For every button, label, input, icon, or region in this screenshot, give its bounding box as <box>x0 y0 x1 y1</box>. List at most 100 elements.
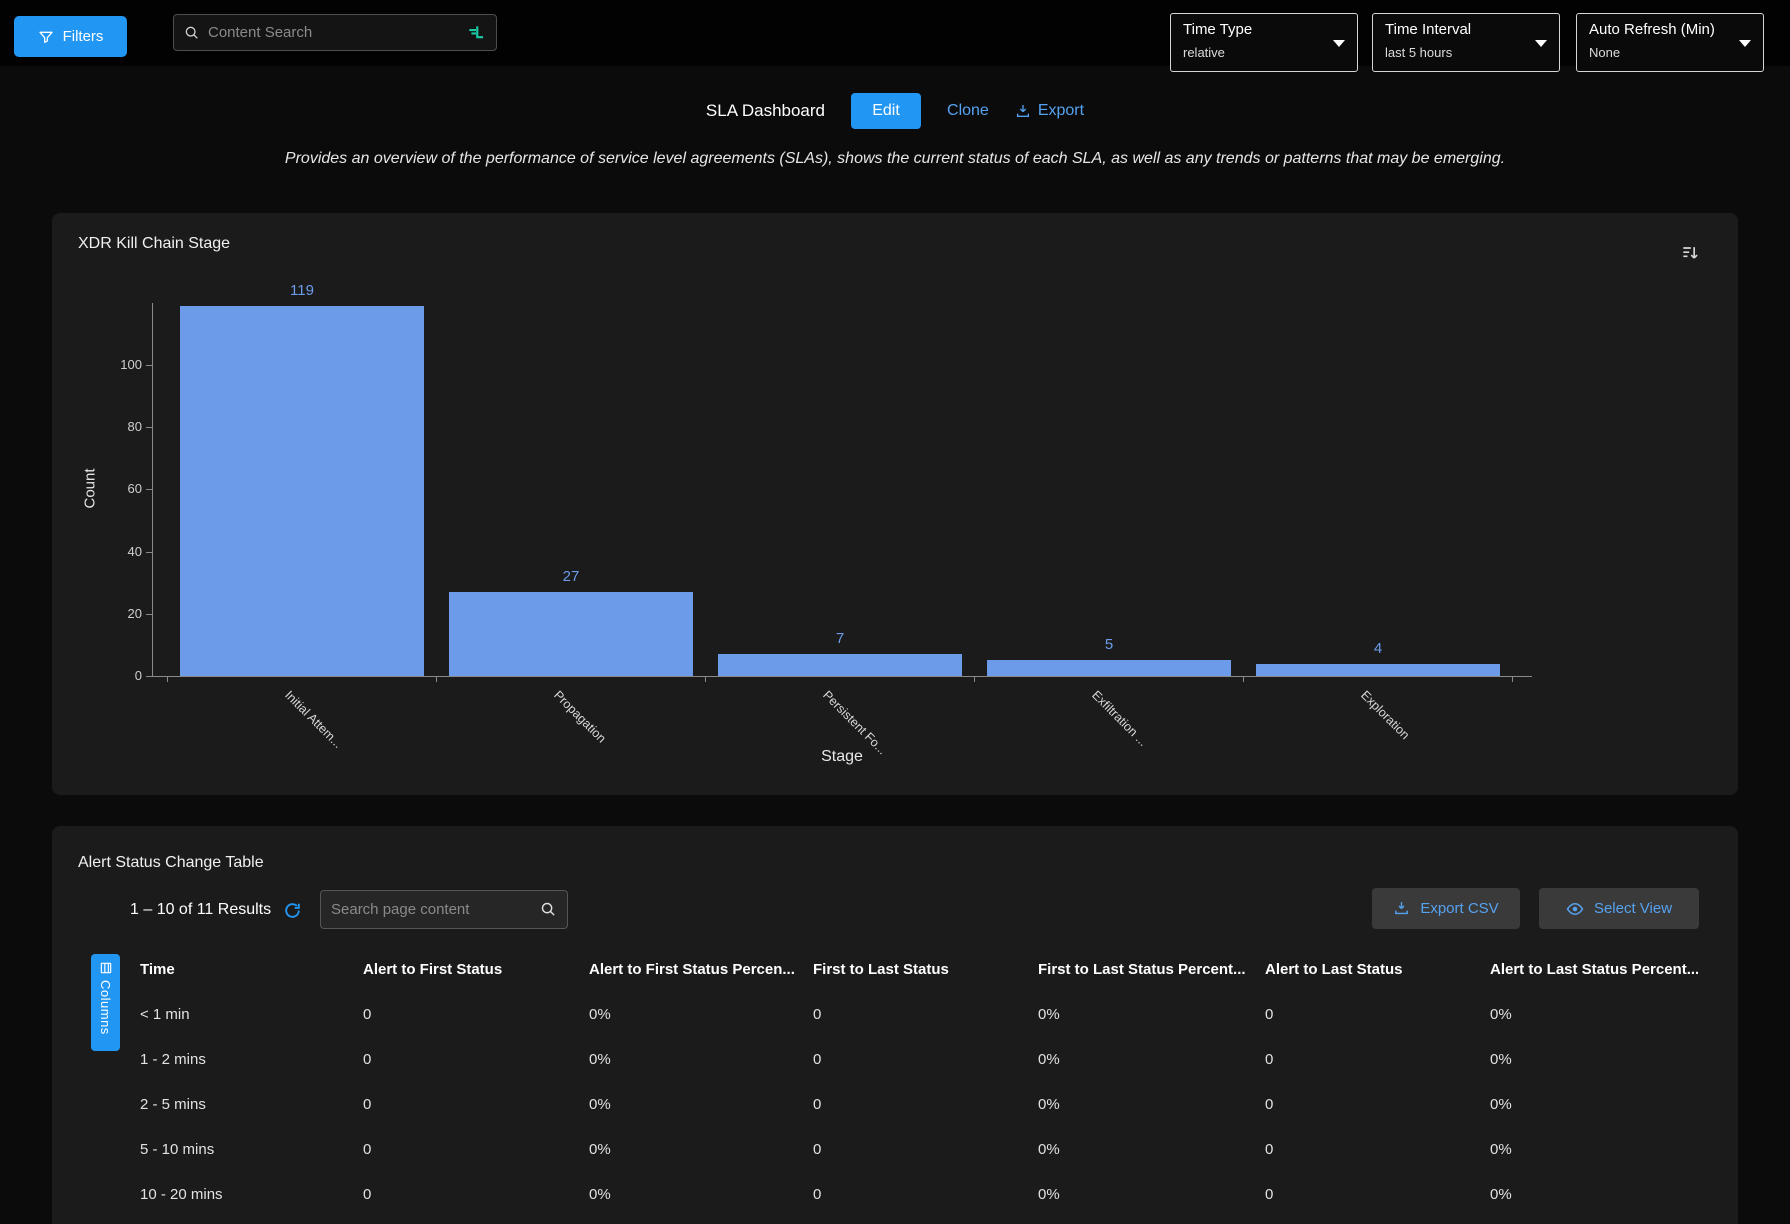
time-type-value: relative <box>1183 45 1225 60</box>
column-header[interactable]: Alert to First Status Percen... <box>589 946 813 992</box>
bar-value-label: 27 <box>531 568 611 585</box>
export-csv-button[interactable]: Export CSV <box>1372 888 1520 929</box>
time-interval-dropdown[interactable]: Time Interval last 5 hours <box>1372 13 1560 72</box>
x-category-label: Propagation <box>551 688 609 746</box>
x-tick-mark <box>167 676 168 682</box>
table-cell: 0% <box>1490 1037 1698 1082</box>
columns-button-label: Columns <box>98 980 113 1035</box>
chart-bar[interactable] <box>449 592 693 676</box>
y-tick-mark <box>146 489 152 490</box>
table-cell: 0 <box>363 1037 589 1082</box>
time-type-dropdown[interactable]: Time Type relative <box>1170 13 1358 72</box>
x-category-label: Exploration <box>1358 688 1412 742</box>
search-icon <box>540 901 557 918</box>
x-category-label: Persistent Fo... <box>820 688 889 757</box>
x-category-label: Exfiltration ... <box>1089 688 1150 749</box>
x-tick-mark <box>1243 676 1244 682</box>
auto-refresh-dropdown[interactable]: Auto Refresh (Min) None <box>1576 13 1764 72</box>
y-tick-mark <box>146 552 152 553</box>
y-tick-mark <box>146 676 152 677</box>
table-cell: 0% <box>1490 1082 1698 1127</box>
bar-value-label: 5 <box>1069 636 1149 653</box>
time-type-label: Time Type <box>1183 21 1252 38</box>
select-view-button[interactable]: Select View <box>1539 888 1699 929</box>
y-tick-mark <box>146 614 152 615</box>
content-search-input[interactable] <box>208 24 458 41</box>
table-cell: 0 <box>1265 1127 1490 1172</box>
table-title: Alert Status Change Table <box>78 854 264 872</box>
table-cell: 1 - 2 mins <box>140 1037 363 1082</box>
download-icon <box>1393 900 1410 917</box>
sla-dashboard-page: { "colors": { "accent_blue": "#2196f3", … <box>0 0 1790 1224</box>
table-panel: Alert Status Change Table 1 – 10 of 11 R… <box>52 826 1738 1224</box>
table-cell: 0% <box>1038 992 1265 1037</box>
table-header-row: TimeAlert to First StatusAlert to First … <box>140 946 1698 992</box>
y-tick-label: 80 <box>98 419 142 434</box>
filters-button-label: Filters <box>63 28 104 45</box>
export-csv-label: Export CSV <box>1420 900 1498 917</box>
column-header[interactable]: First to Last Status Percent... <box>1038 946 1265 992</box>
column-header[interactable]: Alert to Last Status <box>1265 946 1490 992</box>
search-icon <box>184 25 200 41</box>
table-row: < 1 min00%00%00% <box>140 992 1698 1037</box>
page-search-input[interactable] <box>331 901 532 918</box>
table-cell: 0 <box>813 1037 1038 1082</box>
brand-logo-icon <box>466 23 486 43</box>
chart-bar[interactable] <box>1256 664 1500 676</box>
time-interval-value: last 5 hours <box>1385 45 1452 60</box>
bar-value-label: 4 <box>1338 640 1418 657</box>
table-cell: 0 <box>813 1127 1038 1172</box>
refresh-button[interactable] <box>283 901 302 920</box>
export-button[interactable]: Export <box>1015 102 1084 120</box>
y-tick-label: 0 <box>98 668 142 683</box>
chevron-down-icon <box>1739 40 1751 47</box>
columns-button[interactable]: Columns <box>91 954 120 1051</box>
table-cell: 0 <box>1265 1082 1490 1127</box>
table-cell: 0 <box>1265 1037 1490 1082</box>
y-axis <box>152 303 153 676</box>
table-cell: 0 <box>363 992 589 1037</box>
bar-value-label: 7 <box>800 630 880 647</box>
edit-button[interactable]: Edit <box>851 93 921 129</box>
table-cell: 10 - 20 mins <box>140 1172 363 1217</box>
alert-status-table-wrap: TimeAlert to First StatusAlert to First … <box>140 946 1698 1217</box>
x-tick-mark <box>974 676 975 682</box>
column-header[interactable]: Time <box>140 946 363 992</box>
table-cell: 0% <box>1490 1127 1698 1172</box>
chart-panel: XDR Kill Chain Stage 020406080100119Init… <box>52 213 1738 795</box>
auto-refresh-value: None <box>1589 45 1620 60</box>
table-cell: 0% <box>1490 992 1698 1037</box>
chart-bar[interactable] <box>987 660 1231 676</box>
table-cell: 5 - 10 mins <box>140 1127 363 1172</box>
table-cell: 0 <box>813 992 1038 1037</box>
content-search <box>173 14 497 51</box>
x-tick-mark <box>1512 676 1513 682</box>
x-tick-mark <box>705 676 706 682</box>
table-cell: 0% <box>1038 1172 1265 1217</box>
chart-bar[interactable] <box>180 306 424 676</box>
x-axis-title: Stage <box>802 748 882 766</box>
chevron-down-icon <box>1535 40 1547 47</box>
table-row: 1 - 2 mins00%00%00% <box>140 1037 1698 1082</box>
y-tick-label: 100 <box>98 357 142 372</box>
table-cell: 0 <box>363 1127 589 1172</box>
table-cell: 0 <box>813 1082 1038 1127</box>
table-cell: 0% <box>1038 1082 1265 1127</box>
y-tick-mark <box>146 427 152 428</box>
table-row: 2 - 5 mins00%00%00% <box>140 1082 1698 1127</box>
column-header[interactable]: Alert to Last Status Percent... <box>1490 946 1698 992</box>
filters-button[interactable]: Filters <box>14 16 127 57</box>
table-cell: 0% <box>589 1172 813 1217</box>
table-cell: 0 <box>1265 992 1490 1037</box>
table-cell: < 1 min <box>140 992 363 1037</box>
chart-bar[interactable] <box>718 654 962 676</box>
table-cell: 0% <box>589 992 813 1037</box>
download-icon <box>1015 103 1031 119</box>
column-header[interactable]: First to Last Status <box>813 946 1038 992</box>
export-button-label: Export <box>1038 102 1084 120</box>
table-cell: 0% <box>589 1082 813 1127</box>
clone-button[interactable]: Clone <box>947 102 989 120</box>
column-header[interactable]: Alert to First Status <box>363 946 589 992</box>
page-title: SLA Dashboard <box>706 101 825 121</box>
table-cell: 2 - 5 mins <box>140 1082 363 1127</box>
